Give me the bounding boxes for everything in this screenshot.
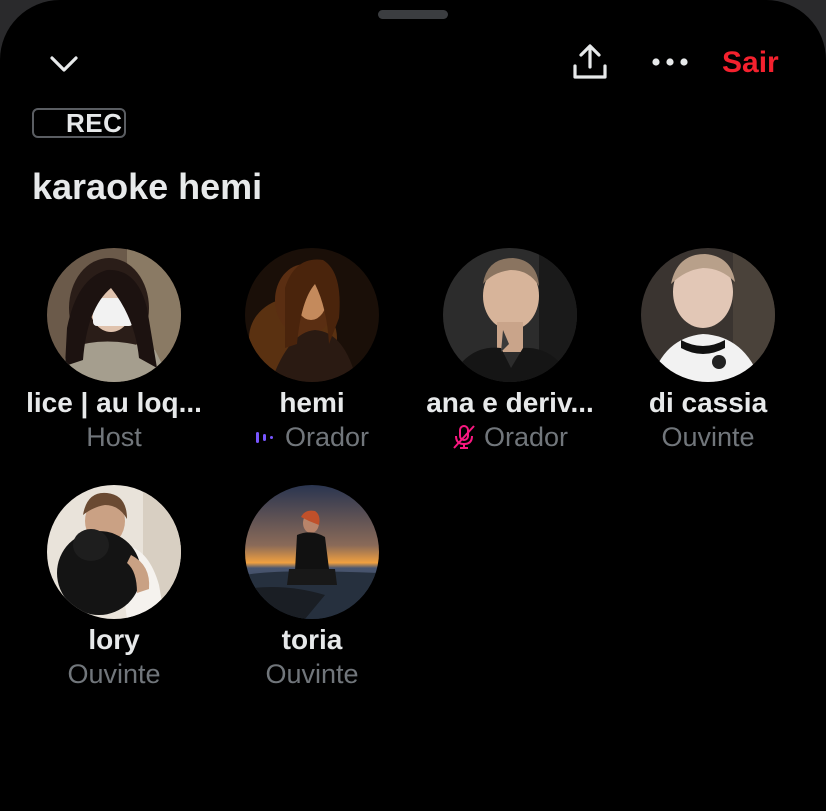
- avatar[interactable]: [245, 248, 379, 382]
- participant-role-label: Host: [86, 422, 142, 452]
- participant-tile[interactable]: di cassia Ouvinte: [613, 248, 803, 458]
- participant-name: lice | au loq...: [26, 387, 202, 418]
- participant-role-label: Ouvinte: [67, 659, 161, 689]
- participant-role: Ouvinte: [19, 657, 209, 691]
- more-icon: [652, 58, 688, 66]
- participant-tile[interactable]: lice | au loq... Host: [19, 248, 209, 458]
- avatar[interactable]: [47, 485, 181, 619]
- space-title: karaoke hemi: [32, 166, 263, 207]
- participant-tile[interactable]: ana e deriv... Orador: [415, 248, 605, 458]
- sheet-grabber-handle[interactable]: [378, 10, 448, 19]
- share-icon: [573, 44, 607, 79]
- participant-role: Ouvinte: [613, 420, 803, 454]
- participant-role-label: Orador: [284, 422, 370, 452]
- recording-badge: REC: [32, 108, 126, 138]
- participant-name: toria: [281, 624, 343, 655]
- participant-name: hemi: [279, 387, 345, 418]
- participant-name: di cassia: [648, 387, 768, 418]
- participant-role: Orador: [415, 420, 605, 454]
- avatar[interactable]: [443, 248, 577, 382]
- participant-role-label: Ouvinte: [265, 659, 359, 689]
- chevron-down-icon: [50, 56, 78, 72]
- participant-name: ana e deriv...: [426, 387, 594, 418]
- participant-role-label: Orador: [483, 422, 569, 452]
- recording-dot-icon: [40, 114, 58, 132]
- minimize-button[interactable]: [46, 48, 82, 80]
- participant-name: lory: [88, 624, 140, 655]
- participant-tile[interactable]: toria Ouvinte: [217, 485, 407, 695]
- space-sheet: Sair REC karaoke hemi lice | au loq... H…: [0, 0, 826, 811]
- avatar[interactable]: [641, 248, 775, 382]
- participant-tile[interactable]: hemi Orador: [217, 248, 407, 458]
- leave-button[interactable]: Sair: [722, 44, 779, 82]
- avatar[interactable]: [47, 248, 181, 382]
- participant-role: Orador: [217, 420, 407, 454]
- recording-label: REC: [66, 108, 123, 138]
- participant-role: Host: [19, 420, 209, 454]
- share-button[interactable]: [568, 40, 612, 84]
- participant-tile[interactable]: lory Ouvinte: [19, 485, 209, 695]
- avatar[interactable]: [245, 485, 379, 619]
- participant-role: Ouvinte: [217, 657, 407, 691]
- more-options-button[interactable]: [648, 46, 692, 78]
- speaking-icon: [255, 430, 277, 444]
- microphone-muted-icon: [452, 424, 476, 450]
- participant-role-label: Ouvinte: [661, 422, 755, 452]
